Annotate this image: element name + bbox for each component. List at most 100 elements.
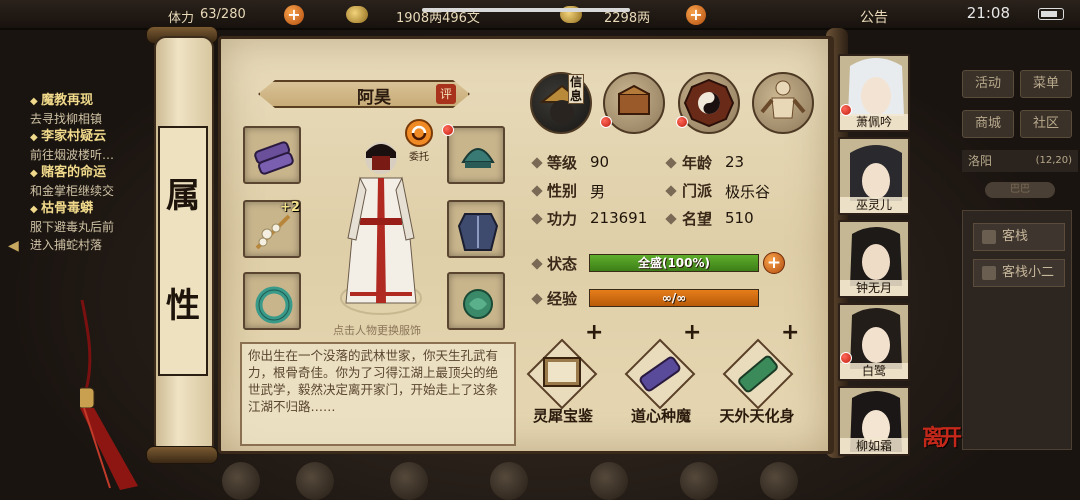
armor-icon bbox=[457, 213, 499, 251]
battery-icon bbox=[1038, 8, 1064, 20]
tab-meridian[interactable] bbox=[752, 72, 814, 134]
companion-name: 巫灵儿 bbox=[840, 197, 908, 213]
level-value: 90 bbox=[590, 153, 610, 171]
status-clock: 21:08 bbox=[966, 4, 1010, 22]
helmet-icon bbox=[461, 148, 495, 168]
activity-button[interactable]: 活动 bbox=[962, 70, 1014, 98]
jade-ring-icon bbox=[255, 286, 293, 324]
scroll-skill-icon[interactable] bbox=[622, 336, 698, 412]
location-panel: 客栈 客栈小二 bbox=[962, 210, 1072, 450]
silver-icon bbox=[346, 6, 368, 23]
sect-label: 门派 bbox=[682, 182, 713, 200]
exp-label: 经验 bbox=[547, 290, 578, 308]
shop-button[interactable]: 商城 bbox=[962, 110, 1014, 138]
leave-label[interactable]: 离开 bbox=[922, 420, 962, 452]
restore-status-button[interactable]: + bbox=[763, 252, 785, 274]
location-coords: (12,20) bbox=[1035, 155, 1072, 166]
sect-value: 极乐谷 bbox=[725, 183, 771, 201]
companion-name: 柳如霜 bbox=[840, 438, 908, 454]
enhance-badge: +2 bbox=[280, 200, 300, 215]
nav-map-icon[interactable] bbox=[760, 462, 798, 500]
companion-portrait[interactable]: 柳如霜 bbox=[838, 386, 910, 456]
community-button[interactable]: 社区 bbox=[1020, 110, 1072, 138]
entrust-label: 委托 bbox=[409, 152, 429, 163]
rod-cap-bottom bbox=[146, 446, 218, 464]
skill-add-button[interactable]: + bbox=[683, 320, 701, 345]
equip-slot-armor[interactable] bbox=[447, 200, 505, 258]
collapse-arrow-icon[interactable]: ◀ bbox=[8, 238, 19, 254]
inn-waiter-button[interactable]: 客栈小二 bbox=[973, 259, 1065, 287]
equip-slot-ring[interactable] bbox=[243, 272, 301, 330]
nav-market-icon[interactable] bbox=[490, 462, 528, 500]
power-label: 功力 bbox=[547, 210, 578, 228]
companion-name: 白鹭 bbox=[840, 363, 908, 379]
notification-dot bbox=[600, 116, 612, 128]
home-indicator bbox=[422, 8, 630, 12]
rate-button[interactable]: 评 bbox=[436, 84, 456, 104]
jade-scroll-skill-icon[interactable] bbox=[720, 336, 796, 412]
scroll-box-icon bbox=[618, 84, 650, 115]
tab-info-label: 信息 bbox=[568, 74, 584, 104]
notification-dot bbox=[676, 116, 688, 128]
character-name: 阿昊 bbox=[357, 88, 391, 108]
companion-portrait[interactable]: 白鹭 bbox=[838, 303, 910, 381]
equip-slot-bracers[interactable] bbox=[243, 126, 301, 184]
nav-role-icon[interactable] bbox=[222, 462, 260, 500]
skill-name: 灵犀宝鉴 bbox=[532, 407, 593, 425]
status-bar: 全盛(100%) bbox=[589, 254, 759, 272]
exp-bar: ∞/∞ bbox=[589, 289, 759, 307]
skill-name: 道心种魔 bbox=[630, 407, 691, 425]
gender-value: 男 bbox=[590, 183, 606, 201]
nav-skill-icon[interactable] bbox=[590, 462, 628, 500]
equip-slot-helmet[interactable] bbox=[447, 126, 505, 184]
rod-char: 性 bbox=[166, 286, 200, 326]
notification-dot bbox=[442, 124, 454, 136]
bagua-icon bbox=[683, 78, 735, 128]
attribute-scroll-rod: 属 性 bbox=[140, 26, 222, 466]
age-value: 23 bbox=[725, 153, 745, 171]
power-value: 213691 bbox=[590, 209, 648, 227]
change-outfit-hint: 点击人物更换服饰 bbox=[333, 324, 421, 337]
sub-location: 巴巴 bbox=[985, 182, 1055, 198]
rod-label: 属 性 bbox=[158, 126, 208, 376]
nav-martial-icon[interactable] bbox=[390, 462, 428, 500]
menu-button[interactable]: 菜单 bbox=[1020, 70, 1072, 98]
status-text: 全盛(100%) bbox=[637, 256, 711, 270]
notification-dot bbox=[840, 104, 852, 116]
companion-name: 萧佩吟 bbox=[840, 114, 908, 130]
tassel-icon bbox=[80, 300, 138, 490]
companion-portrait[interactable]: 萧佩吟 bbox=[838, 54, 910, 132]
character-bio: 你出生在一个没落的武林世家，你天生孔武有力，根骨奇佳。你为了习得江湖上最顶尖的绝… bbox=[240, 342, 516, 446]
tab-inventory[interactable] bbox=[603, 72, 665, 134]
skill-name: 天外天化身 bbox=[719, 407, 795, 425]
nav-chronicle-icon[interactable] bbox=[680, 462, 718, 500]
nav-bag-icon[interactable] bbox=[296, 462, 334, 500]
stamina-label: 体力 bbox=[168, 11, 195, 26]
companion-portrait[interactable]: 钟无月 bbox=[838, 220, 910, 298]
inn-button[interactable]: 客栈 bbox=[973, 223, 1065, 251]
dragon-pendant-icon bbox=[463, 289, 493, 319]
status-label: 状态 bbox=[547, 255, 578, 273]
level-label: 等级 bbox=[547, 154, 578, 172]
notification-dot bbox=[840, 352, 852, 364]
equip-slot-pendant[interactable] bbox=[447, 272, 505, 330]
skill-add-button[interactable]: + bbox=[585, 320, 603, 345]
gender-label: 性别 bbox=[547, 182, 578, 200]
companion-portrait[interactable]: 巫灵儿 bbox=[838, 137, 910, 215]
skill-add-button[interactable]: + bbox=[781, 320, 799, 345]
notice-button[interactable]: 公告 bbox=[860, 7, 888, 27]
fame-label: 名望 bbox=[682, 210, 713, 228]
book-skill-icon[interactable] bbox=[524, 336, 600, 412]
add-stamina-button[interactable]: + bbox=[284, 5, 304, 25]
companion-name: 钟无月 bbox=[840, 280, 908, 296]
bracers-icon bbox=[254, 141, 294, 175]
location-name: 洛阳 bbox=[968, 154, 993, 168]
add-gold-button[interactable]: + bbox=[686, 5, 706, 25]
entrust-icon[interactable] bbox=[404, 118, 434, 148]
age-label: 年龄 bbox=[682, 154, 713, 172]
stamina-value: 63/280 bbox=[200, 7, 246, 22]
bottom-nav bbox=[200, 458, 840, 500]
rod-char: 属 bbox=[166, 176, 200, 216]
exp-text: ∞/∞ bbox=[661, 291, 687, 305]
location-display: 洛阳 (12,20) bbox=[962, 150, 1078, 172]
